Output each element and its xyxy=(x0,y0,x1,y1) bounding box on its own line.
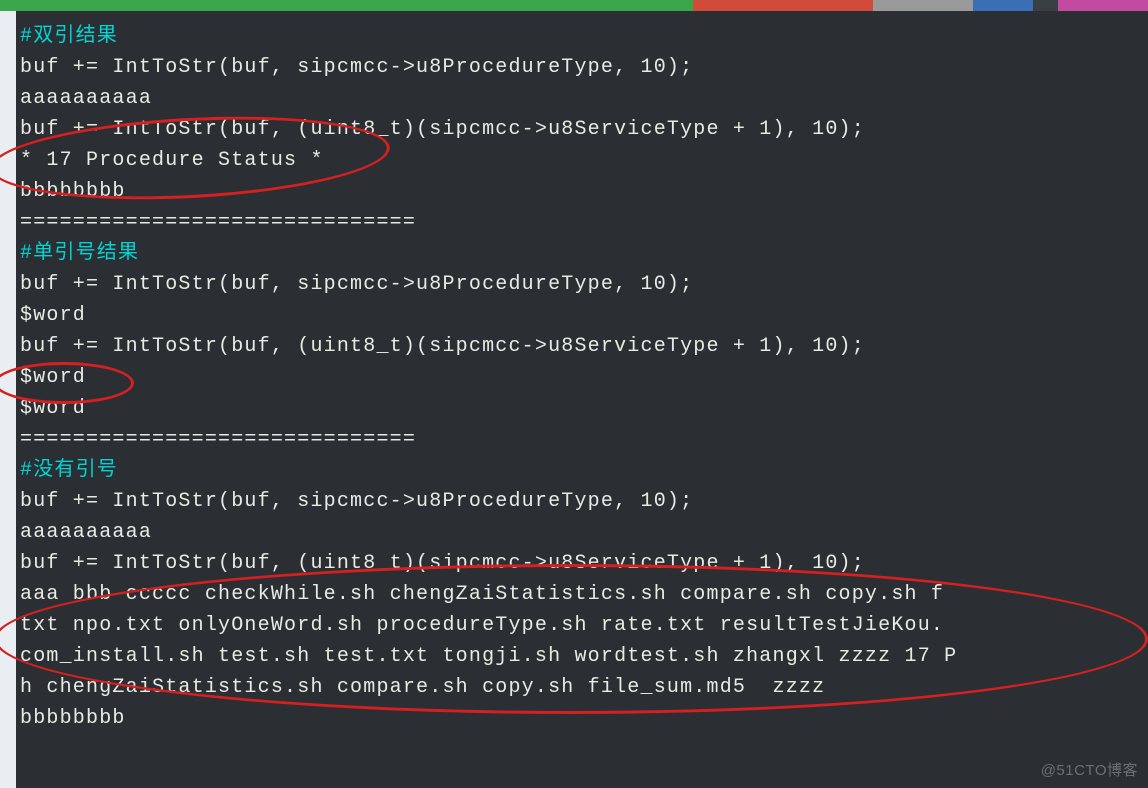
terminal-output[interactable]: #双引结果 buf += IntToStr(buf, sipcmcc->u8Pr… xyxy=(16,11,1148,744)
window-titlebar-colors xyxy=(0,0,1148,11)
output-line: aaaaaaaaaa xyxy=(20,521,152,544)
output-line: buf += IntToStr(buf, sipcmcc->u8Procedur… xyxy=(20,56,693,79)
output-line: $word xyxy=(20,397,86,420)
output-line: txt npo.txt onlyOneWord.sh procedureType… xyxy=(20,614,944,637)
tab-color-gap xyxy=(1033,0,1058,11)
output-line: com_install.sh test.sh test.txt tongji.s… xyxy=(20,645,957,668)
tab-color-3 xyxy=(873,0,973,11)
section-heading-no-quote: #没有引号 xyxy=(20,459,118,482)
watermark-text: @51CTO博客 xyxy=(1041,759,1138,782)
output-line: aaaaaaaaaa xyxy=(20,87,152,110)
output-line: buf += IntToStr(buf, (uint8_t)(sipcmcc->… xyxy=(20,552,865,575)
output-line: h chengZaiStatistics.sh compare.sh copy.… xyxy=(20,676,825,699)
tab-color-5 xyxy=(1058,0,1148,11)
output-line: buf += IntToStr(buf, (uint8_t)(sipcmcc->… xyxy=(20,118,865,141)
output-divider: ============================== xyxy=(20,428,416,451)
tab-color-1 xyxy=(0,0,693,11)
tab-color-2 xyxy=(693,0,873,11)
output-line: buf += IntToStr(buf, sipcmcc->u8Procedur… xyxy=(20,490,693,513)
output-line: $word xyxy=(20,304,86,327)
output-line: bbbbbbbb xyxy=(20,180,126,203)
section-heading-single-quote: #单引号结果 xyxy=(20,242,139,265)
output-line: bbbbbbbb xyxy=(20,707,126,730)
output-line: * 17 Procedure Status * xyxy=(20,149,324,172)
output-line: aaa bbb ccccc checkWhile.sh chengZaiStat… xyxy=(20,583,944,606)
tab-color-4 xyxy=(973,0,1033,11)
output-line: $word xyxy=(20,366,86,389)
output-line: buf += IntToStr(buf, (uint8_t)(sipcmcc->… xyxy=(20,335,865,358)
section-heading-double-quote: #双引结果 xyxy=(20,25,118,48)
output-line: buf += IntToStr(buf, sipcmcc->u8Procedur… xyxy=(20,273,693,296)
output-divider: ============================== xyxy=(20,211,416,234)
editor-gutter xyxy=(0,11,16,788)
